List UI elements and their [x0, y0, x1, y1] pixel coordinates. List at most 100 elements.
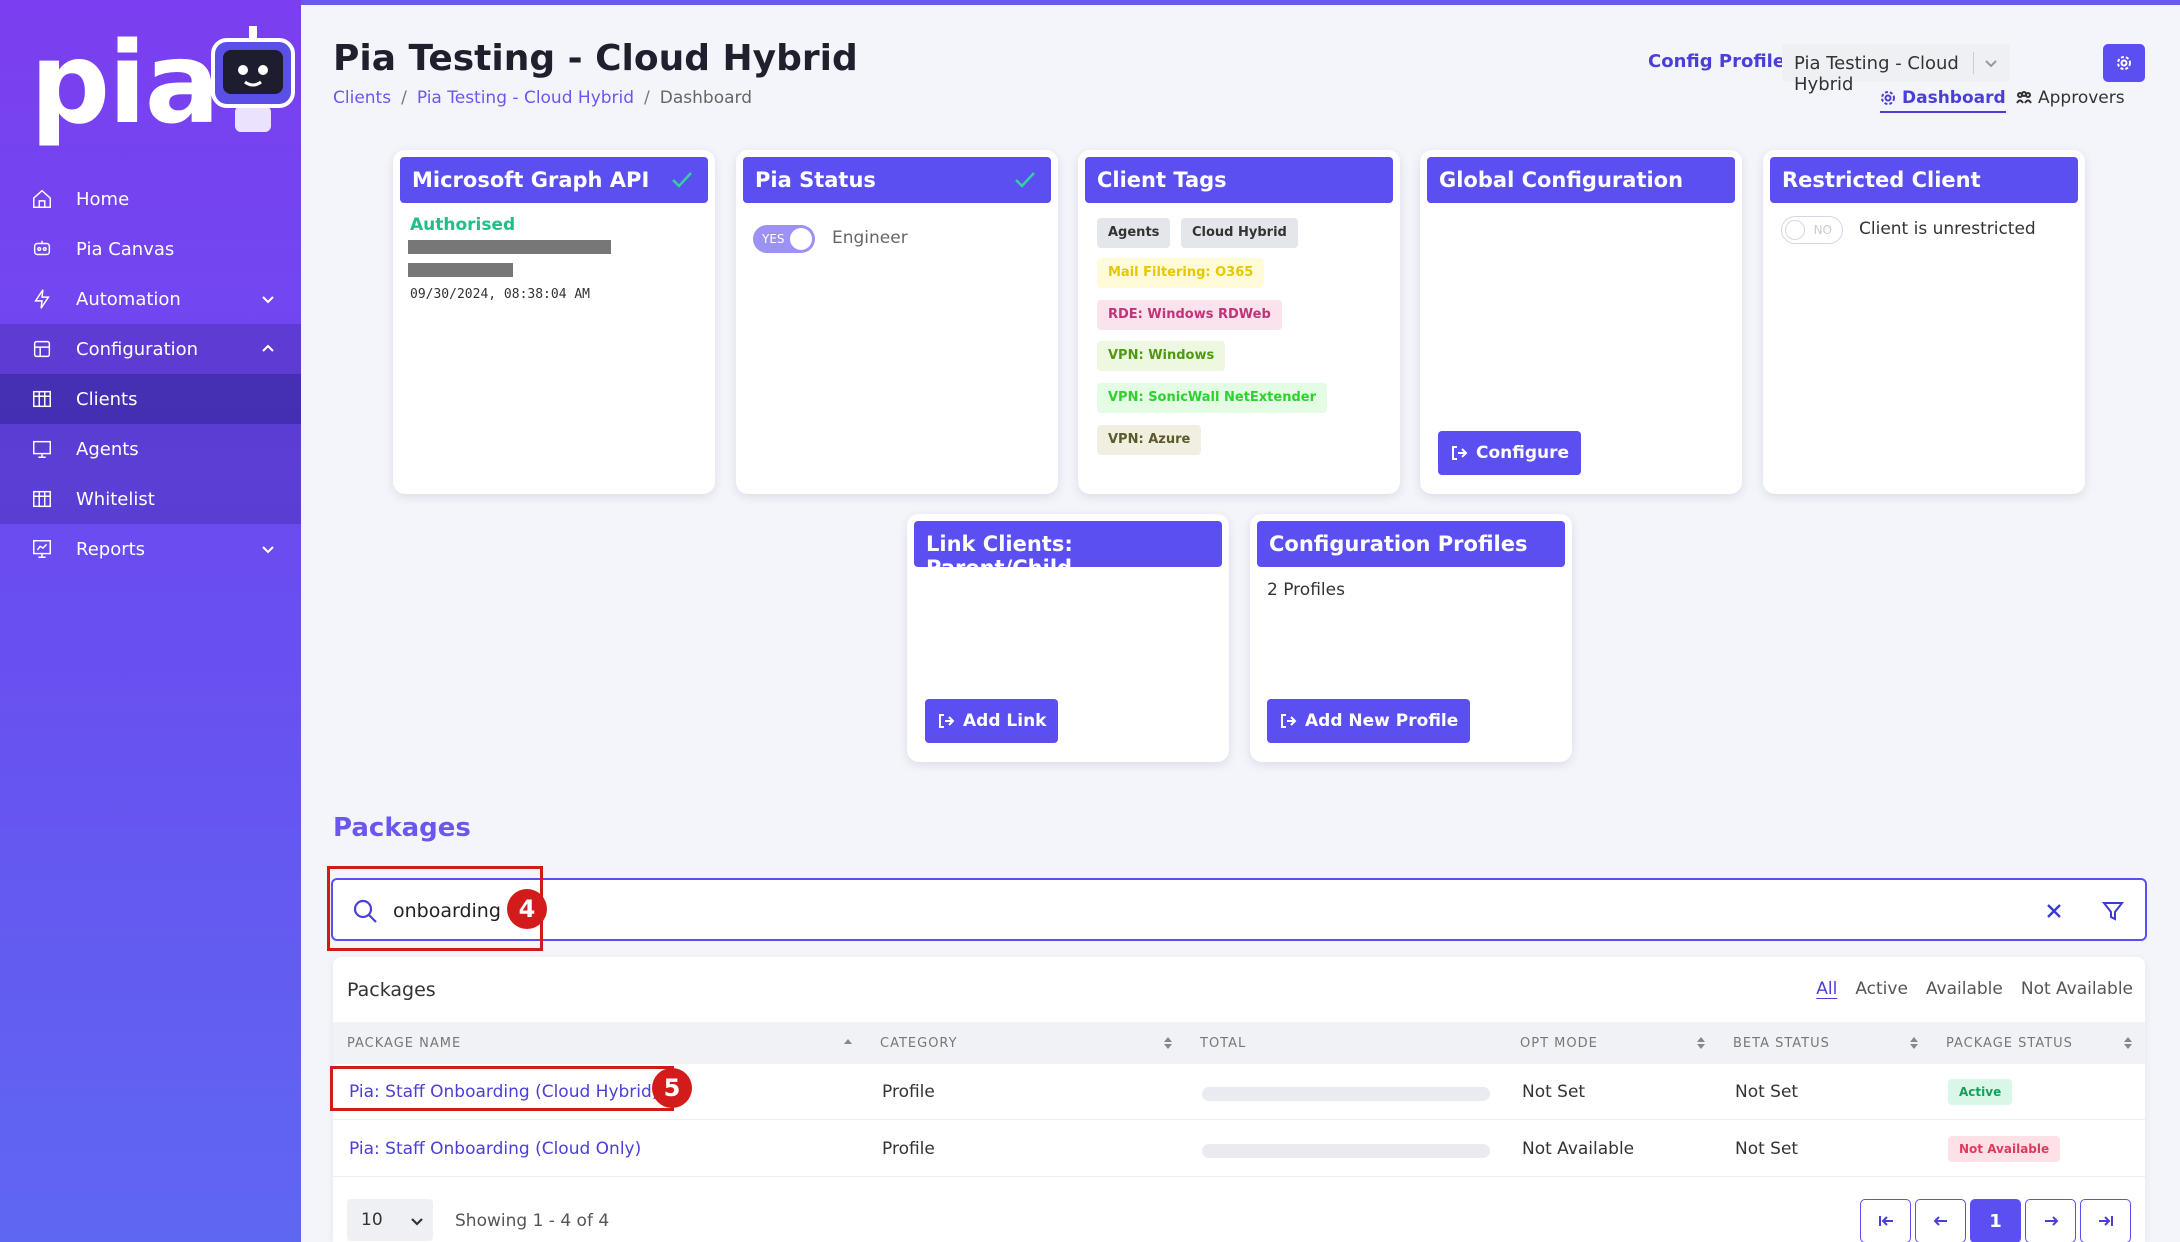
grid-icon: [30, 487, 54, 511]
chevron-up-icon: [259, 340, 277, 358]
toggle-label: NO: [1813, 223, 1832, 237]
tag-cloud-hybrid[interactable]: Cloud Hybrid: [1181, 218, 1298, 248]
card-title: Restricted Client: [1782, 168, 1981, 192]
filter-tab-not-available[interactable]: Not Available: [2021, 979, 2133, 999]
sidebar-item-pia-canvas[interactable]: Pia Canvas: [0, 224, 301, 274]
sidebar-item-agents[interactable]: Agents: [0, 424, 301, 474]
column-header-beta-status[interactable]: Beta Status: [1733, 1036, 1830, 1051]
last-page-button[interactable]: [2080, 1199, 2131, 1242]
sidebar-item-label: Agents: [76, 438, 139, 460]
package-beta-status: Not Set: [1735, 1139, 1799, 1159]
package-category: Profile: [882, 1139, 935, 1159]
column-header-opt-mode[interactable]: Opt Mode: [1520, 1036, 1598, 1051]
tag-agents[interactable]: Agents: [1097, 218, 1171, 248]
card-title: Global Configuration: [1439, 168, 1684, 192]
breadcrumb-client[interactable]: Pia Testing - Cloud Hybrid: [417, 88, 634, 108]
clear-search-icon[interactable]: [2043, 900, 2065, 922]
sidebar-item-label: Clients: [76, 388, 138, 410]
sidebar-item-label: Configuration: [76, 338, 199, 360]
sidebar-item-whitelist[interactable]: Whitelist: [0, 474, 301, 524]
package-opt-mode: Not Available: [1522, 1139, 1635, 1159]
column-header-package-status[interactable]: Package Status: [1946, 1036, 2073, 1051]
tag-rde[interactable]: RDE: Windows RDWeb: [1097, 300, 1282, 330]
sort-icon[interactable]: [2123, 1036, 2133, 1050]
next-page-button[interactable]: [2025, 1199, 2076, 1242]
card-title: Microsoft Graph API: [412, 168, 650, 192]
sort-asc-icon[interactable]: [843, 1036, 853, 1050]
pia-logo[interactable]: pia: [30, 28, 220, 140]
sidebar-item-configuration[interactable]: Configuration: [0, 324, 301, 374]
tag-vpn-azure[interactable]: VPN: Azure: [1097, 425, 1202, 455]
sidebar-item-clients[interactable]: Clients: [0, 374, 301, 424]
config-icon: [30, 337, 54, 361]
package-opt-mode: Not Set: [1522, 1082, 1586, 1102]
annotation-marker: 4: [507, 889, 547, 929]
tab-label: Dashboard: [1902, 88, 2006, 108]
sidebar-item-reports[interactable]: Reports: [0, 524, 301, 574]
card-header: Link Clients: Parent/Child: [914, 521, 1222, 580]
report-icon: [30, 537, 54, 561]
redacted-text: [408, 263, 513, 277]
breadcrumb: Clients / Pia Testing - Cloud Hybrid / D…: [333, 88, 752, 108]
filter-tab-available[interactable]: Available: [1926, 979, 2003, 999]
rows-per-page-select[interactable]: 10: [347, 1199, 433, 1241]
arrow-left-icon: [1933, 1216, 1947, 1226]
restricted-status-text: Client is unrestricted: [1859, 219, 2036, 239]
filter-tab-all[interactable]: All: [1816, 979, 1837, 999]
monitor-icon: [30, 437, 54, 461]
filter-icon[interactable]: [2101, 899, 2125, 923]
breadcrumb-separator: /: [644, 88, 650, 108]
add-new-profile-button[interactable]: Add New Profile: [1267, 699, 1471, 743]
sidebar-item-label: Automation: [76, 288, 181, 310]
configure-button[interactable]: Configure: [1438, 431, 1582, 475]
sidebar-item-label: Pia Canvas: [76, 238, 175, 260]
card-header: Configuration Profiles: [1257, 521, 1565, 567]
tab-dashboard[interactable]: Dashboard: [1880, 88, 2006, 113]
sort-icon[interactable]: [1696, 1036, 1706, 1050]
config-profile-select[interactable]: Pia Testing - Cloud Hybrid: [1782, 44, 2010, 95]
annotation-box: [330, 1066, 674, 1111]
gear-icon: [2117, 56, 2131, 70]
card-title: Pia Status: [755, 168, 876, 192]
sign-in-icon: [939, 714, 955, 728]
tag-vpn-windows[interactable]: VPN: Windows: [1097, 341, 1226, 371]
pia-status-toggle[interactable]: YES: [753, 225, 815, 253]
column-header-category[interactable]: Category: [880, 1036, 958, 1051]
sidebar-item-home[interactable]: Home: [0, 174, 301, 224]
restricted-toggle[interactable]: NO: [1781, 216, 1843, 244]
gear-icon: [1881, 91, 1895, 105]
first-page-button[interactable]: [1860, 1199, 1911, 1242]
filter-tab-active[interactable]: Active: [1855, 979, 1908, 999]
breadcrumb-current: Dashboard: [659, 88, 753, 108]
card-header: Restricted Client: [1770, 157, 2078, 203]
config-settings-button[interactable]: [2103, 44, 2145, 82]
package-name-link[interactable]: Pia: Staff Onboarding (Cloud Only): [349, 1139, 641, 1159]
sort-icon[interactable]: [1909, 1036, 1919, 1050]
sort-icon[interactable]: [1163, 1036, 1173, 1050]
pia-status-role: Engineer: [832, 228, 908, 248]
breadcrumb-clients[interactable]: Clients: [333, 88, 391, 108]
table-title: Packages: [347, 979, 436, 1001]
button-label: Add New Profile: [1305, 711, 1459, 731]
tab-label: Approvers: [2038, 88, 2125, 108]
tag-mail-filtering[interactable]: Mail Filtering: O365: [1097, 258, 1265, 288]
toggle-knob: [1785, 220, 1805, 240]
arrow-right-icon: [2044, 1216, 2058, 1226]
prev-page-button[interactable]: [1915, 1199, 1966, 1242]
total-progress-bar: [1202, 1144, 1490, 1158]
bolt-icon: [30, 287, 54, 311]
sidebar-item-automation[interactable]: Automation: [0, 274, 301, 324]
graph-api-status: Authorised: [410, 215, 516, 235]
annotation-marker: 5: [652, 1068, 692, 1108]
sidebar: pia Home Pia Canvas Automation Configura…: [0, 0, 301, 1242]
total-progress-bar: [1202, 1087, 1490, 1101]
chevron-down-icon: [259, 290, 277, 308]
page-button-current[interactable]: 1: [1970, 1199, 2021, 1242]
first-page-icon: [1878, 1216, 1893, 1226]
table-row: Pia: Staff Onboarding (Cloud Only) Profi…: [333, 1121, 2145, 1177]
add-link-button[interactable]: Add Link: [925, 699, 1059, 743]
users-icon: [2016, 91, 2032, 104]
tab-approvers[interactable]: Approvers: [2016, 88, 2125, 108]
column-header-package-name[interactable]: Package Name: [347, 1036, 461, 1051]
tag-vpn-sonicwall[interactable]: VPN: SonicWall NetExtender: [1097, 383, 1327, 413]
